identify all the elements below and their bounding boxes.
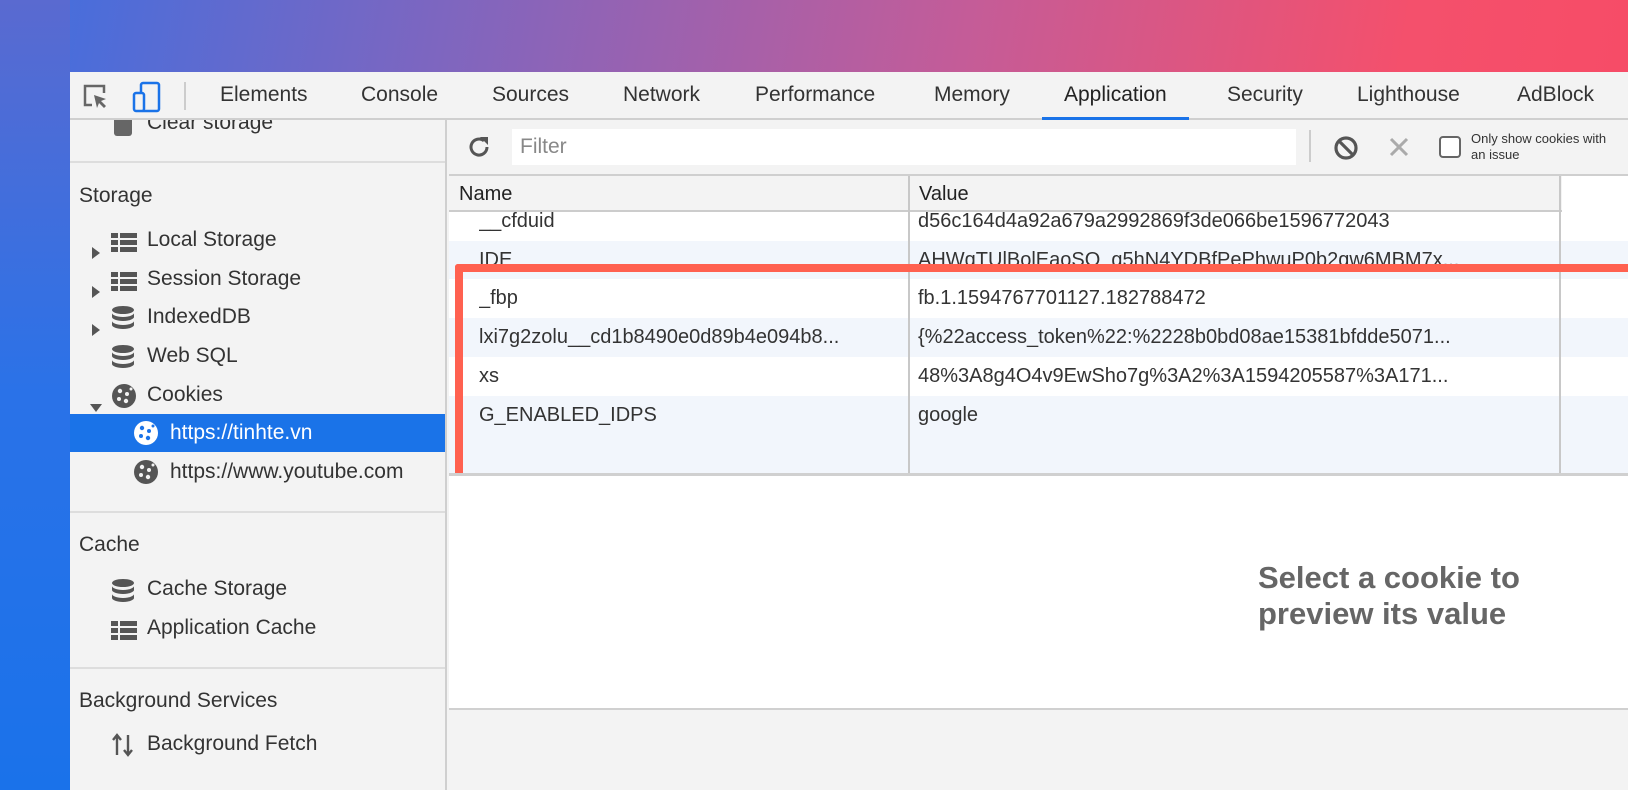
desktop-background xyxy=(0,0,70,790)
tab-adblock[interactable]: AdBlock xyxy=(1515,72,1596,120)
storage-header: Storage xyxy=(79,184,153,207)
sidebar-item-cookie-site[interactable]: https://tinhte.vn xyxy=(70,414,445,452)
devtools-toolbar: Elements Console Sources Network Performance… xyxy=(70,72,1628,120)
table-icon xyxy=(111,617,137,655)
delete-selected-icon[interactable] xyxy=(1388,136,1410,163)
cookie-filter-bar: Only show cookies with an issue xyxy=(449,120,1628,176)
sidebar-item-background-fetch[interactable]: Background Fetch xyxy=(70,725,445,763)
only-show-issues-label: Only show cookies with an issue xyxy=(1471,131,1607,162)
toolbar-divider xyxy=(184,82,186,110)
tab-application[interactable]: Application xyxy=(1042,72,1189,120)
sidebar-item-cache-storage[interactable]: Cache Storage xyxy=(70,570,445,608)
inspect-element-icon[interactable] xyxy=(82,83,110,116)
column-header-value[interactable]: Value xyxy=(909,176,1562,212)
sidebar-item-web-sql[interactable]: Web SQL xyxy=(70,337,445,375)
highlight-annotation-box xyxy=(455,264,1628,473)
divider xyxy=(70,161,445,163)
up-down-arrows-icon xyxy=(110,725,136,776)
toolbar-divider xyxy=(1309,130,1311,162)
refresh-icon[interactable] xyxy=(466,134,492,165)
sidebar-item-indexeddb[interactable]: IndexedDB xyxy=(70,298,445,337)
cookie-preview-placeholder: Select a cookie to preview its value xyxy=(1258,560,1520,631)
cookie-preview-bottom-bar xyxy=(449,708,1628,790)
tab-elements[interactable]: Elements xyxy=(218,72,310,120)
tab-performance[interactable]: Performance xyxy=(753,72,877,120)
database-icon xyxy=(114,120,132,136)
sidebar-item-application-cache[interactable]: Application Cache xyxy=(70,609,445,647)
tab-security[interactable]: Security xyxy=(1225,72,1305,120)
application-sidebar: Clear storage Storage Local Storage Sessi… xyxy=(70,120,447,790)
cookie-icon xyxy=(133,459,159,498)
devtools-window: Elements Console Sources Network Performance… xyxy=(70,72,1628,790)
sidebar-item-cookie-site[interactable]: https://www.youtube.com xyxy=(70,453,445,491)
divider xyxy=(70,511,445,513)
filter-input[interactable] xyxy=(512,129,1296,165)
sidebar-item-cookies[interactable]: Cookies xyxy=(70,376,445,414)
only-show-issues-checkbox[interactable] xyxy=(1439,136,1461,158)
clear-all-cookies-icon[interactable] xyxy=(1333,135,1359,166)
tab-lighthouse[interactable]: Lighthouse xyxy=(1355,72,1462,120)
cookies-table: __cfduid d56c164d4a92a679a2992869f3de066b… xyxy=(449,176,1628,476)
tab-sources[interactable]: Sources xyxy=(490,72,571,120)
column-header-name[interactable]: Name xyxy=(449,176,909,212)
divider xyxy=(70,667,445,669)
sidebar-item-session-storage[interactable]: Session Storage xyxy=(70,260,445,298)
tab-console[interactable]: Console xyxy=(359,72,440,120)
cache-header: Cache xyxy=(79,533,140,556)
cookies-panel: Only show cookies with an issue __cfduid… xyxy=(449,120,1628,790)
background-services-header: Background Services xyxy=(79,689,278,712)
tab-memory[interactable]: Memory xyxy=(932,72,1012,120)
sidebar-item-clear-storage[interactable]: Clear storage xyxy=(70,120,445,142)
tab-network[interactable]: Network xyxy=(621,72,702,120)
device-toolbar-icon[interactable] xyxy=(132,81,162,118)
sidebar-item-local-storage[interactable]: Local Storage xyxy=(70,221,445,259)
